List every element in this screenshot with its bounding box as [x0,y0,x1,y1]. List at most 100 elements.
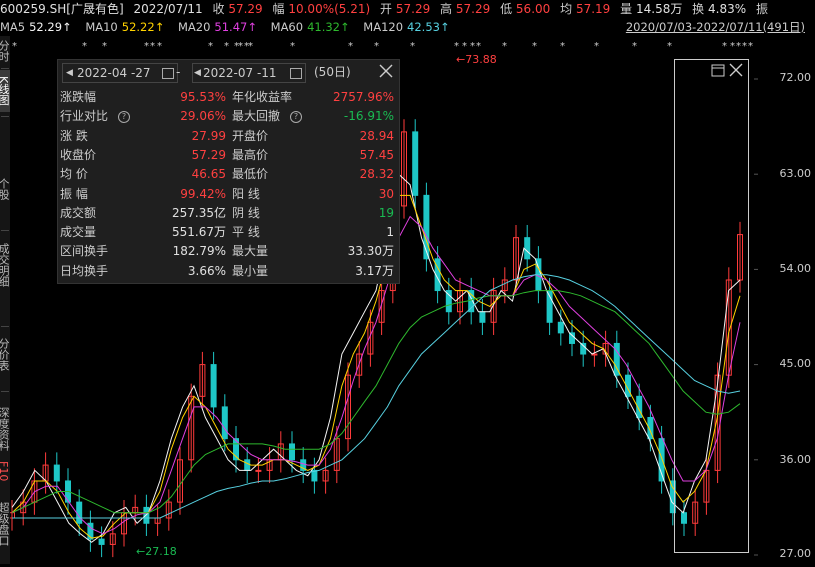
event-mark[interactable]: * [730,41,735,52]
candle[interactable] [557,321,564,334]
candle[interactable] [412,131,419,196]
maximize-icon[interactable] [711,64,725,77]
stat-value: 1 [386,225,394,240]
candle[interactable] [524,237,531,260]
event-mark[interactable]: * [150,41,155,52]
stat-value: 2757.96% [332,90,394,104]
candle[interactable] [569,332,575,344]
event-mark[interactable]: * [12,41,17,52]
event-mark[interactable]: * [374,41,379,52]
ma5-label: MA5 [0,20,26,34]
date-range[interactable]: 2020/07/03-2022/07/11(491日) [626,19,805,35]
close-value: 57.29 [228,2,263,16]
event-mark[interactable]: * [560,41,565,52]
candle[interactable] [255,469,262,472]
event-mark[interactable]: * [410,41,415,52]
stat-value: 99.42% [180,186,226,201]
event-mark[interactable]: * [102,41,107,52]
candle[interactable] [76,501,83,524]
low-label: 低 56.00 [500,2,551,16]
stat-value: 551.67万 [172,225,226,240]
stat-row: 区间换手 182.79% 最大量 33.30万 [60,242,398,261]
candle[interactable] [244,459,251,471]
event-mark[interactable]: * [290,41,295,52]
stat-value: 182.79% [172,244,226,259]
high-annotation: ←73.88 [456,53,497,66]
stat-value: 28.94 [359,128,394,143]
stat-value: 3.17万 [355,263,394,278]
stat-row: 涨跌幅 95.53% 年化收益率 2757.96% [60,88,398,107]
volume-label: 量 14.58万 [620,2,683,16]
y-tick-label: 54.00 [779,262,812,275]
event-mark[interactable]: * [594,41,599,52]
end-date: 2022-07 -11 [203,66,277,80]
low-value: 56.00 [515,2,551,16]
tab-stock[interactable]: 个股 [0,174,10,204]
tab-price-table[interactable]: 分价表 [0,332,10,376]
candle[interactable] [221,406,228,440]
stat-row: 均 价 46.65 最低价 28.32 [60,165,398,184]
event-mark[interactable]: * [667,41,672,52]
tab-profile[interactable]: 深度资料 [0,400,10,458]
interval-stats-panel: ◀ 2022-04 -27 - ◀ 2022-07 -11 (50日) 涨跌幅 9… [57,59,400,284]
low-annotation: ←27.18 [136,545,177,558]
tab-trade-detail[interactable]: 成交明细 [0,236,10,294]
calendar-icon[interactable] [162,68,174,79]
event-mark[interactable]: * [736,41,741,52]
event-mark[interactable]: * [238,41,243,52]
ma10-value: 52.22↑ [121,20,165,34]
panel-header: ◀ 2022-04 -27 - ◀ 2022-07 -11 (50日) [58,60,399,84]
prev-arrow-icon[interactable]: ◀ [194,64,201,82]
event-mark[interactable]: * [632,41,637,52]
quote-date: 2022/07/11 [133,2,203,16]
event-mark[interactable]: * [470,41,475,52]
tab-super-panel[interactable]: 超级盘口 [0,484,10,564]
event-marks-row: * * * * * * * * * * * * * * * * * * * * * * * * * * * * * * * [12,39,777,52]
event-mark[interactable]: * [454,41,459,52]
close-icon[interactable] [729,63,743,77]
event-mark[interactable]: * [476,41,481,52]
event-mark[interactable]: * [742,41,747,52]
start-date-picker[interactable]: ◀ 2022-04 -27 [62,63,178,83]
prev-arrow-icon[interactable]: ◀ [66,64,73,82]
event-mark[interactable]: * [144,41,149,52]
tab-intraday[interactable]: 分时图 [0,36,10,66]
avg-label: 均 57.19 [560,2,611,16]
ma20-value: 51.47↑ [214,20,257,34]
event-mark[interactable]: * [224,41,229,52]
event-mark[interactable]: * [248,41,253,52]
candle[interactable] [210,364,217,408]
change-value: 10.00%(5.21) [288,2,371,16]
stock-code: 600259.SH[广晟有色] [0,2,124,16]
candle[interactable] [53,464,60,482]
ma-legend: MA5 52.29↑ MA10 52.22↑ MA20 51.47↑ MA60 41.3… [0,19,815,35]
selection-box[interactable] [674,59,749,553]
close-label: 收 57.29 [212,2,263,16]
event-mark[interactable]: * [502,41,507,52]
volume-value: 14.58万 [635,2,683,16]
event-mark[interactable]: * [532,41,537,52]
date-separator: - [176,65,181,79]
event-mark[interactable]: * [82,41,87,52]
avg-value: 57.19 [575,2,611,16]
event-mark[interactable]: * [208,41,213,52]
candle[interactable] [289,443,295,461]
panel-close-icon[interactable] [379,64,393,81]
event-mark[interactable]: * [748,41,753,52]
candle[interactable] [479,311,486,323]
calendar-icon[interactable] [290,68,302,79]
event-mark[interactable]: * [722,41,727,52]
y-tick-label: 27.00 [779,547,812,560]
event-mark[interactable]: * [348,41,353,52]
stat-row: 成交量 551.67万平 线1 [60,223,398,242]
candle[interactable] [423,194,430,260]
candle[interactable] [98,538,105,545]
end-date-picker[interactable]: ◀ 2022-07 -11 [192,63,306,83]
event-mark[interactable]: * [157,41,162,52]
stat-value: 27.99 [191,128,226,143]
ma120-label: MA120 [363,20,404,34]
y-tick-label: 63.00 [779,167,812,180]
tab-kline[interactable]: K线图 [0,70,10,112]
tab-f10[interactable]: F10 [0,460,10,482]
event-mark[interactable]: * [462,41,467,52]
